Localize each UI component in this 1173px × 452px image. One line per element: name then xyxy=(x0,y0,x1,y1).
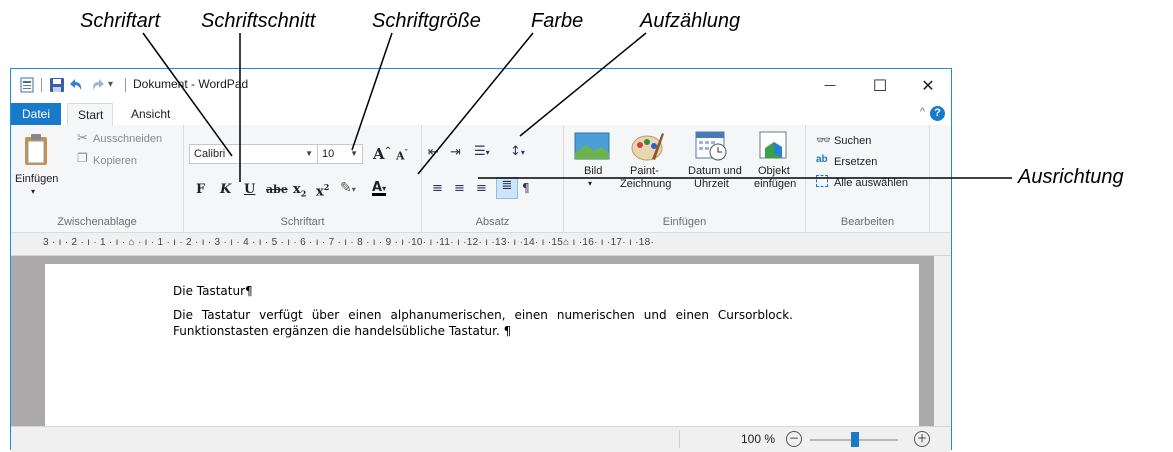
group-zwischenablage: Einfügen ▾ ✂ Ausschneiden ❐ Kopieren Zwi… xyxy=(11,125,184,232)
help-icon[interactable]: ? xyxy=(930,106,945,121)
zoom-slider-thumb[interactable] xyxy=(851,432,859,447)
justify-icon[interactable]: ≣ xyxy=(496,177,518,199)
redo-icon[interactable] xyxy=(89,77,105,93)
grow-font-icon[interactable]: A^ xyxy=(373,145,391,163)
group-absatz: ⇤ ⇥ ☰▾ ↕▾ ≡ ≡ ≡ ≣ ¶ Absatz xyxy=(422,125,564,232)
ribbon-tabs: Datei Start Ansicht ^ ? xyxy=(11,103,951,126)
replace-icon: ab xyxy=(816,154,828,165)
copy-button[interactable]: Kopieren xyxy=(93,155,137,167)
superscript-icon[interactable]: x2 xyxy=(316,182,329,199)
line-spacing-icon[interactable]: ↕▾ xyxy=(510,144,525,159)
picture-icon[interactable] xyxy=(574,131,610,166)
decrease-indent-icon[interactable]: ⇤ xyxy=(428,145,439,160)
copy-icon: ❐ xyxy=(77,151,88,165)
font-family-select[interactable]: Calibri ▼ xyxy=(189,144,318,164)
align-center-icon[interactable]: ≡ xyxy=(454,181,465,196)
paint-button-line2[interactable]: Zeichnung xyxy=(620,178,671,190)
minimize-button[interactable]: — xyxy=(807,69,853,102)
zoom-out-button[interactable]: − xyxy=(786,431,802,447)
group-label-zwischenablage: Zwischenablage xyxy=(57,216,137,228)
ruler[interactable]: 3 · ı · 2 · ı · 1 · ı · ⌂ · ı · 1 · ı · … xyxy=(11,233,951,256)
cut-button[interactable]: Ausschneiden xyxy=(93,133,162,145)
close-button[interactable]: ✕ xyxy=(905,69,951,102)
replace-button[interactable]: Ersetzen xyxy=(834,156,877,168)
subscript-icon[interactable]: x2 xyxy=(293,182,306,199)
save-icon[interactable] xyxy=(49,77,65,93)
increase-indent-icon[interactable]: ⇥ xyxy=(450,145,461,160)
scissors-icon: ✂ xyxy=(77,130,88,145)
maximize-button[interactable]: ☐ xyxy=(857,69,903,102)
shrink-font-icon[interactable]: Aˇ xyxy=(396,148,408,163)
font-family-value: Calibri xyxy=(194,148,226,160)
tab-datei[interactable]: Datei xyxy=(11,103,61,125)
chevron-down-icon: ▼ xyxy=(350,149,358,158)
font-color-icon[interactable]: A▾ xyxy=(372,180,386,195)
group-label-einfuegen: Einfügen xyxy=(662,216,707,228)
strikethrough-icon[interactable]: abe xyxy=(266,183,288,196)
ruler-scale: 3 · ı · 2 · ı · 1 · ı · ⌂ · ı · 1 · ı · … xyxy=(43,237,655,248)
window-title: Dokument - WordPad xyxy=(133,77,249,91)
status-bar: 100 % − + xyxy=(11,426,951,452)
align-left-icon[interactable]: ≡ xyxy=(432,181,443,196)
bullet-list-icon[interactable]: ☰▾ xyxy=(474,144,490,159)
tab-ansicht[interactable]: Ansicht xyxy=(121,103,180,125)
font-size-select[interactable]: 10 ▼ xyxy=(317,144,363,164)
align-right-icon[interactable]: ≡ xyxy=(476,181,487,196)
chevron-down-icon: ▼ xyxy=(305,149,313,158)
ribbon: Einfügen ▾ ✂ Ausschneiden ❐ Kopieren Zwi… xyxy=(11,125,951,233)
date-time-button-line2[interactable]: Uhrzeit xyxy=(694,178,729,190)
title-separator xyxy=(125,78,126,92)
callout-farbe: Farbe xyxy=(531,10,584,32)
quick-access-separator xyxy=(41,78,42,92)
document-page[interactable]: Die Tastatur¶ Die Tastatur verfügt über … xyxy=(45,264,919,426)
select-all-button[interactable]: Alle auswählen xyxy=(834,177,908,189)
wordpad-app-icon[interactable] xyxy=(19,77,35,93)
group-label-bearbeiten: Bearbeiten xyxy=(840,216,895,228)
italic-icon[interactable]: K xyxy=(220,182,231,197)
callout-schriftgroesse: Schriftgröße xyxy=(372,10,481,32)
underline-icon[interactable]: U xyxy=(244,182,255,197)
callout-ausrichtung: Ausrichtung xyxy=(1018,166,1124,188)
customize-quick-access-icon[interactable]: ▾ xyxy=(108,77,124,93)
insert-object-button-line2[interactable]: einfügen xyxy=(754,178,796,190)
document-area: Die Tastatur¶ Die Tastatur verfügt über … xyxy=(11,256,951,426)
group-einfuegen: Bild ▾ Paint- Zeichnung Datum und Uhrzei… xyxy=(564,125,806,232)
paragraph-settings-icon[interactable]: ¶ xyxy=(522,181,530,195)
undo-icon[interactable] xyxy=(69,77,85,93)
picture-button[interactable]: Bild xyxy=(584,165,602,177)
paint-button-line1[interactable]: Paint- xyxy=(630,165,659,177)
title-bar: ▾ Dokument - WordPad — ☐ ✕ xyxy=(11,69,951,103)
date-time-icon[interactable] xyxy=(694,130,728,167)
insert-object-button-line1[interactable]: Objekt xyxy=(758,165,790,177)
document-paragraph: Die Tastatur verfügt über einen alphanum… xyxy=(173,308,793,338)
wordpad-window: ▾ Dokument - WordPad — ☐ ✕ Datei Start A… xyxy=(10,68,952,452)
bold-icon[interactable]: F xyxy=(196,182,205,197)
group-label-absatz: Absatz xyxy=(475,216,510,228)
collapse-ribbon-icon[interactable]: ^ xyxy=(920,106,925,118)
tab-start[interactable]: Start xyxy=(67,103,113,126)
zoom-level: 100 % xyxy=(741,432,776,446)
paste-dropdown-icon[interactable]: ▾ xyxy=(31,187,35,196)
highlight-icon[interactable]: ✎▾ xyxy=(340,180,356,196)
paste-icon[interactable] xyxy=(23,133,51,172)
callout-schriftschnitt: Schriftschnitt xyxy=(201,10,316,32)
select-all-icon xyxy=(816,175,828,187)
group-bearbeiten: 👓 Suchen ab Ersetzen Alle auswählen Bear… xyxy=(806,125,930,232)
status-separator xyxy=(679,430,680,448)
binoculars-icon: 👓 xyxy=(816,133,831,147)
font-size-value: 10 xyxy=(322,148,335,160)
insert-object-icon[interactable] xyxy=(756,130,790,167)
callout-aufzaehlung: Aufzählung xyxy=(640,10,741,32)
callout-schriftart: Schriftart xyxy=(80,10,161,32)
picture-dropdown-icon[interactable]: ▾ xyxy=(588,179,592,188)
vertical-scrollbar[interactable] xyxy=(934,256,951,426)
find-button[interactable]: Suchen xyxy=(834,135,871,147)
paste-button[interactable]: Einfügen xyxy=(15,173,58,185)
date-time-button-line1[interactable]: Datum und xyxy=(688,165,742,177)
group-label-schriftart: Schriftart xyxy=(280,216,325,228)
document-heading: Die Tastatur¶ xyxy=(173,284,253,298)
group-schriftart: Calibri ▼ 10 ▼ A^ Aˇ F K U abe x2 x2 ✎▾ … xyxy=(184,125,422,232)
paint-drawing-icon[interactable] xyxy=(630,129,664,168)
zoom-in-button[interactable]: + xyxy=(914,431,930,447)
